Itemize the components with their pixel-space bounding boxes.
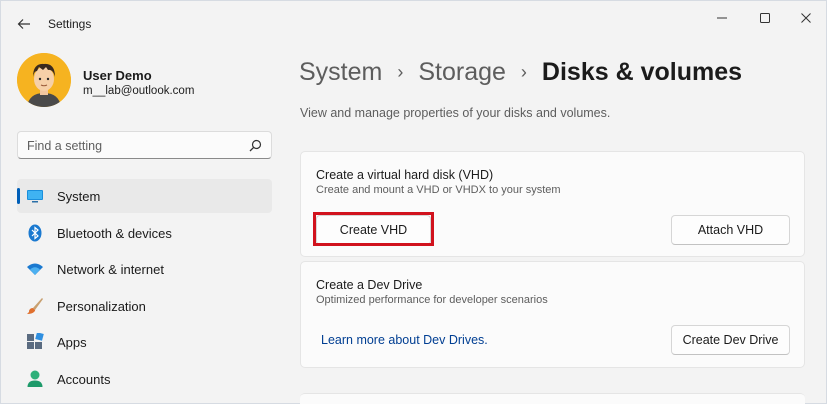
settings-window: Settings User Demo m__lab@outlook.com Fi… — [0, 0, 827, 404]
back-arrow-icon — [17, 19, 30, 29]
title-bar: Settings — [1, 1, 826, 45]
page-description: View and manage properties of your disks… — [300, 106, 611, 120]
bluetooth-icon — [26, 224, 44, 242]
page-title: Disks & volumes — [541, 57, 743, 86]
apps-icon — [26, 333, 44, 351]
vhd-card: Create a virtual hard disk (VHD) Create … — [300, 151, 805, 257]
create-dev-drive-button[interactable]: Create Dev Drive — [671, 325, 790, 355]
chevron-right-icon: › — [520, 61, 527, 82]
maximize-icon — [760, 13, 770, 23]
active-indicator — [17, 188, 20, 204]
sidebar-nav: System Bluetooth & devices Network & int… — [17, 179, 272, 398]
dev-drive-card-subtitle: Optimized performance for developer scen… — [316, 294, 548, 306]
breadcrumb: System › Storage › Disks & volumes — [299, 55, 742, 89]
sidebar-item-apps[interactable]: Apps — [17, 325, 272, 359]
avatar-illustration — [17, 53, 71, 107]
user-profile[interactable]: User Demo m__lab@outlook.com — [17, 53, 277, 113]
search-icon — [249, 139, 262, 152]
sidebar-item-label: Personalization — [57, 298, 146, 314]
sidebar-item-system[interactable]: System — [17, 179, 272, 213]
sidebar-item-label: Accounts — [57, 371, 111, 387]
app-title: Settings — [48, 17, 92, 31]
user-email: m__lab@outlook.com — [83, 85, 195, 97]
sidebar-item-label: Apps — [57, 335, 87, 350]
sidebar-item-label: Network & internet — [57, 262, 164, 277]
minimize-button[interactable] — [703, 7, 741, 29]
vhd-card-subtitle: Create and mount a VHD or VHDX to your s… — [316, 184, 561, 196]
close-button[interactable] — [787, 7, 825, 29]
wifi-icon — [26, 260, 44, 278]
breadcrumb-system[interactable]: System — [299, 58, 382, 87]
vhd-card-title: Create a virtual hard disk (VHD) — [316, 168, 494, 182]
search-placeholder: Find a setting — [27, 139, 103, 153]
breadcrumb-storage[interactable]: Storage — [418, 58, 506, 87]
sidebar-item-label: Bluetooth & devices — [57, 225, 172, 241]
dev-drive-card-title: Create a Dev Drive — [316, 278, 423, 292]
monitor-icon — [26, 187, 44, 205]
sidebar-item-network[interactable]: Network & internet — [17, 252, 272, 286]
back-button[interactable] — [13, 13, 35, 35]
sidebar-item-bluetooth[interactable]: Bluetooth & devices — [17, 216, 272, 250]
chevron-right-icon: › — [397, 61, 404, 82]
dev-drive-card: Create a Dev Drive Optimized performance… — [300, 261, 805, 368]
minimize-icon — [717, 17, 727, 19]
sidebar-item-personalization[interactable]: Personalization — [17, 289, 272, 323]
person-icon — [26, 370, 44, 388]
sidebar-item-accounts[interactable]: Accounts — [17, 362, 272, 396]
avatar — [17, 53, 71, 107]
maximize-button[interactable] — [746, 7, 784, 29]
user-name: User Demo — [83, 68, 152, 83]
close-icon — [801, 13, 811, 23]
create-vhd-button[interactable]: Create VHD — [316, 215, 431, 245]
sidebar-item-label: System — [57, 189, 101, 204]
brush-icon — [26, 297, 44, 315]
next-card-edge — [300, 393, 805, 404]
learn-more-link[interactable]: Learn more about Dev Drives. — [321, 333, 488, 347]
search-input[interactable]: Find a setting — [17, 131, 272, 159]
attach-vhd-button[interactable]: Attach VHD — [671, 215, 790, 245]
